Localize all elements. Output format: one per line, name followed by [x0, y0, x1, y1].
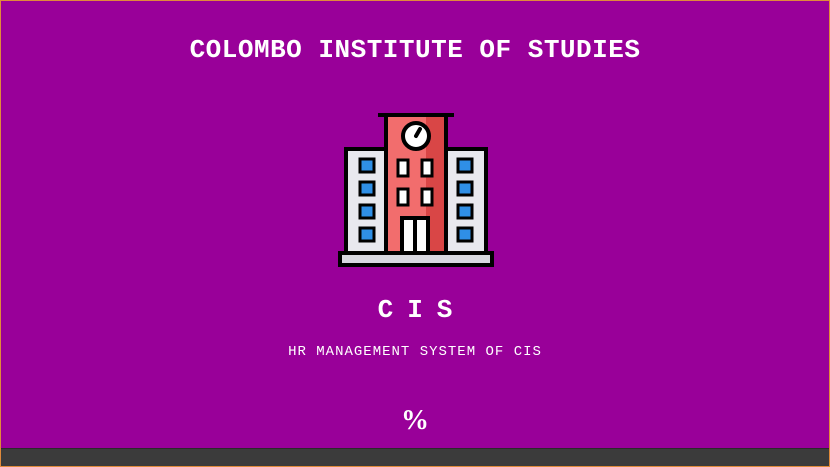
splash-screen: COLOMBO INSTITUTE OF STUDIES CIS HR MANA… [0, 0, 830, 467]
loading-progress-bar [1, 448, 829, 466]
building-icon [337, 109, 495, 269]
app-title: COLOMBO INSTITUTE OF STUDIES [189, 35, 641, 65]
app-subtitle: HR MANAGEMENT SYSTEM OF CIS [288, 344, 542, 360]
loading-percent-label: % [401, 405, 429, 436]
brand-abbreviation: CIS [377, 295, 467, 325]
